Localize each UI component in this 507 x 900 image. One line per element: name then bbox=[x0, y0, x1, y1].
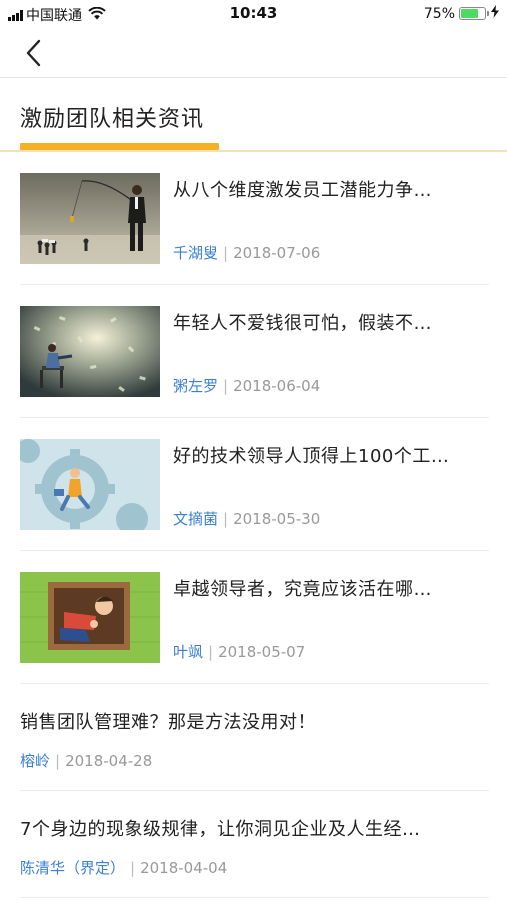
article-thumbnail bbox=[20, 306, 160, 397]
article-date: 2018-07-06 bbox=[233, 244, 321, 262]
article-thumbnail bbox=[20, 572, 160, 663]
meta-separator: | bbox=[208, 643, 214, 661]
article-item[interactable]: 卓越领导者，究竟应该活在哪… 叶飒 | 2018-05-07 bbox=[20, 551, 489, 684]
meta-separator: | bbox=[130, 859, 136, 877]
article-item[interactable]: 销售团队管理难？那是方法没用对！ 榕岭 | 2018-04-28 bbox=[20, 684, 489, 791]
chevron-left-icon bbox=[26, 39, 41, 67]
section-header: 激励团队相关资讯 bbox=[0, 79, 507, 152]
meta-separator: | bbox=[223, 510, 229, 528]
navigation-bar bbox=[0, 28, 507, 78]
article-meta: 千湖叟 | 2018-07-06 bbox=[173, 242, 320, 263]
article-author[interactable]: 陈清华（界定） bbox=[20, 859, 125, 877]
article-title: 7个身边的现象级规律，让你洞见企业及人生经… bbox=[20, 819, 421, 840]
article-meta: 文摘菌 | 2018-05-30 bbox=[173, 508, 320, 529]
article-thumbnail bbox=[20, 439, 160, 530]
status-right: 75% bbox=[424, 5, 499, 22]
article-title: 年轻人不爱钱很可怕，假装不… bbox=[173, 313, 432, 334]
section-title-underline bbox=[20, 143, 219, 150]
battery-icon bbox=[459, 7, 489, 20]
article-item[interactable]: 好的技术领导人顶得上100个工… 文摘菌 | 2018-05-30 bbox=[20, 418, 489, 551]
article-meta: 陈清华（界定） | 2018-04-04 bbox=[20, 857, 227, 878]
article-author[interactable]: 千湖叟 bbox=[173, 244, 218, 262]
article-meta: 叶飒 | 2018-05-07 bbox=[173, 641, 305, 662]
article-item[interactable]: 从八个维度激发员工潜能力争… 千湖叟 | 2018-07-06 bbox=[20, 152, 489, 285]
article-item[interactable]: 年轻人不爱钱很可怕，假装不… 粥左罗 | 2018-06-04 bbox=[20, 285, 489, 418]
article-title: 卓越领导者，究竟应该活在哪… bbox=[173, 579, 432, 600]
section-title: 激励团队相关资讯 bbox=[20, 107, 205, 132]
article-title: 好的技术领导人顶得上100个工… bbox=[173, 446, 450, 467]
meta-separator: | bbox=[223, 244, 229, 262]
battery-percent: 75% bbox=[423, 5, 455, 22]
article-thumbnail bbox=[20, 173, 160, 264]
article-meta: 粥左罗 | 2018-06-04 bbox=[173, 375, 320, 396]
article-date: 2018-05-30 bbox=[233, 510, 321, 528]
article-item[interactable]: 7个身边的现象级规律，让你洞见企业及人生经… 陈清华（界定） | 2018-04-0… bbox=[20, 791, 489, 898]
article-author[interactable]: 叶飒 bbox=[173, 643, 203, 661]
charging-icon bbox=[491, 5, 499, 22]
article-title: 销售团队管理难？那是方法没用对！ bbox=[20, 712, 316, 733]
article-author[interactable]: 文摘菌 bbox=[173, 510, 218, 528]
article-date: 2018-05-07 bbox=[218, 643, 306, 661]
back-button[interactable] bbox=[18, 36, 52, 70]
meta-separator: | bbox=[55, 752, 61, 770]
article-date: 2018-04-28 bbox=[65, 752, 153, 770]
article-author[interactable]: 榕岭 bbox=[20, 752, 50, 770]
article-author[interactable]: 粥左罗 bbox=[173, 377, 218, 395]
article-list: 从八个维度激发员工潜能力争… 千湖叟 | 2018-07-06 年轻人不爱钱很可… bbox=[0, 152, 507, 898]
status-bar: 中国联通 10:43 75% bbox=[0, 0, 507, 28]
article-date: 2018-04-04 bbox=[140, 859, 228, 877]
article-date: 2018-06-04 bbox=[233, 377, 321, 395]
article-title: 从八个维度激发员工潜能力争… bbox=[173, 180, 432, 201]
meta-separator: | bbox=[223, 377, 229, 395]
article-meta: 榕岭 | 2018-04-28 bbox=[20, 750, 152, 771]
